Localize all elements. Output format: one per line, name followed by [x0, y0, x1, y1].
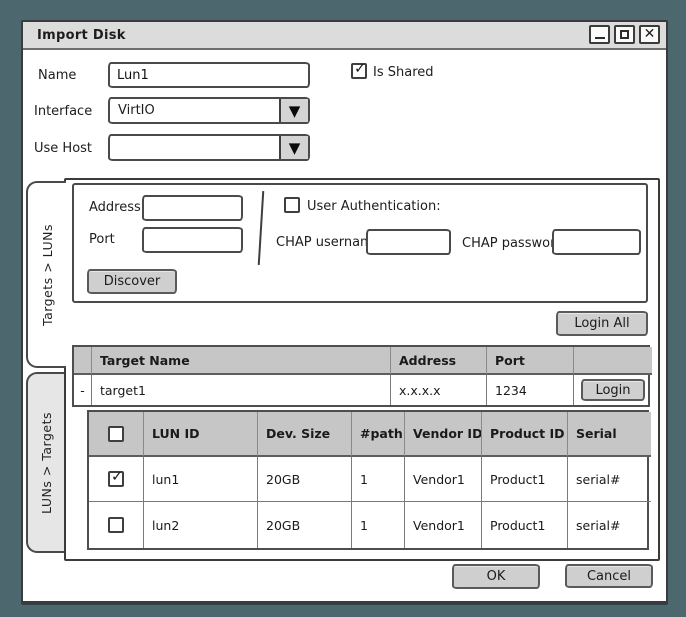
user-auth-checkbox[interactable]	[284, 197, 300, 213]
name-label: Name	[38, 68, 76, 83]
chap-password-input[interactable]	[552, 229, 641, 255]
login-button[interactable]: Login	[581, 379, 645, 401]
lun-vendor-cell: Vendor1	[405, 502, 482, 548]
minimize-icon	[595, 37, 605, 39]
lun-row-select-cell	[89, 502, 144, 548]
address-input[interactable]	[142, 195, 243, 221]
lun-path-cell: 1	[352, 502, 405, 548]
select-all-checkbox[interactable]	[108, 426, 124, 442]
target-port-cell: 1234	[487, 375, 574, 405]
interface-value: VirtIO	[118, 99, 155, 122]
lun-vendor-cell: Vendor1	[405, 457, 482, 502]
tab-luns-targets-label: LUNs > Targets	[39, 412, 54, 514]
chap-username-input[interactable]	[366, 229, 451, 255]
chap-password-label: CHAP password	[462, 236, 563, 251]
use-host-dropdown[interactable]: ▼	[108, 134, 310, 161]
chevron-down-icon[interactable]: ▼	[279, 136, 308, 159]
luns-header-lun-id: LUN ID	[144, 412, 258, 457]
lun-row-select-cell: ✓	[89, 457, 144, 502]
target-name-cell: target1	[92, 375, 391, 405]
targets-header-action	[574, 347, 652, 375]
title-bar: Import Disk ✕	[23, 22, 666, 50]
is-shared-checkbox[interactable]: ✓	[351, 63, 367, 79]
maximize-icon	[620, 30, 629, 39]
targets-header-expander	[74, 347, 92, 375]
target-action-cell: Login	[574, 375, 652, 405]
user-auth-label: User Authentication:	[307, 199, 441, 214]
chap-username-label: CHAP username	[276, 235, 381, 250]
lun-serial-cell: serial#	[568, 502, 651, 548]
lun-id-cell: lun2	[144, 502, 258, 548]
lun-path-cell: 1	[352, 457, 405, 502]
tab-targets-luns[interactable]: Targets > LUNs	[26, 181, 66, 368]
lun-id-cell: lun1	[144, 457, 258, 502]
lun-dev-size-cell: 20GB	[258, 502, 352, 548]
name-input[interactable]	[108, 62, 310, 88]
page-title: Import Disk	[23, 28, 126, 43]
port-input[interactable]	[142, 227, 243, 253]
targets-table: Target Name Address Port - target1 x.x.x…	[72, 345, 650, 407]
close-icon: ✕	[644, 27, 656, 41]
luns-header-dev-size: Dev. Size	[258, 412, 352, 457]
lun-serial-cell: serial#	[568, 457, 651, 502]
luns-header-serial: Serial	[568, 412, 651, 457]
targets-header-name: Target Name	[92, 347, 391, 375]
minimize-button[interactable]	[589, 25, 610, 44]
lun-row-checkbox[interactable]	[108, 517, 124, 533]
login-all-button[interactable]: Login All	[556, 311, 648, 336]
tab-targets-luns-label: Targets > LUNs	[40, 224, 55, 326]
lun-dev-size-cell: 20GB	[258, 457, 352, 502]
address-label: Address	[89, 200, 141, 215]
interface-dropdown[interactable]: VirtIO ▼	[108, 97, 310, 124]
lun-row-checkbox[interactable]: ✓	[108, 471, 124, 487]
luns-header-vendor: Vendor ID	[405, 412, 482, 457]
luns-table: LUN ID Dev. Size #path Vendor ID Product…	[87, 410, 649, 550]
targets-header-port: Port	[487, 347, 574, 375]
close-button[interactable]: ✕	[639, 25, 660, 44]
luns-header-select	[89, 412, 144, 457]
maximize-button[interactable]	[614, 25, 635, 44]
target-address-cell: x.x.x.x	[391, 375, 487, 405]
cancel-button[interactable]: Cancel	[565, 564, 653, 588]
port-label: Port	[89, 232, 115, 247]
luns-header-product: Product ID	[482, 412, 568, 457]
chevron-down-icon[interactable]: ▼	[279, 99, 308, 122]
targets-header-address: Address	[391, 347, 487, 375]
interface-label: Interface	[34, 104, 92, 119]
window-controls: ✕	[589, 25, 660, 44]
is-shared-label: Is Shared	[373, 65, 434, 80]
discover-button[interactable]: Discover	[87, 269, 177, 294]
tab-luns-targets[interactable]: LUNs > Targets	[26, 372, 64, 553]
ok-button[interactable]: OK	[452, 564, 540, 589]
use-host-label: Use Host	[34, 141, 92, 156]
lun-product-cell: Product1	[482, 502, 568, 548]
section-divider	[258, 191, 265, 265]
lun-product-cell: Product1	[482, 457, 568, 502]
luns-header-path: #path	[352, 412, 405, 457]
target-row-expander[interactable]: -	[74, 375, 92, 405]
discover-groupbox: Address Port User Authentication: CHAP u…	[72, 183, 648, 303]
targets-luns-panel: Address Port User Authentication: CHAP u…	[64, 178, 660, 561]
import-disk-window: Import Disk ✕ Name ✓ Is Shared Interface…	[21, 20, 668, 604]
